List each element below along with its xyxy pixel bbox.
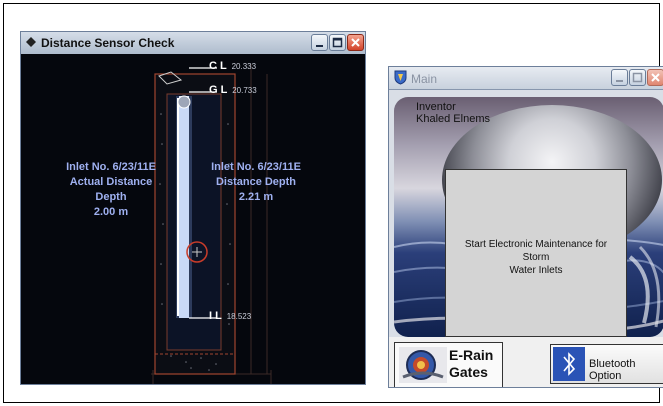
shield-app-icon [394,70,407,85]
e-rain-gates-button[interactable]: E-Rain Gates [394,342,503,387]
minimize-icon [316,45,323,47]
maximize-button[interactable] [329,34,346,51]
close-icon [351,38,360,47]
title-bar[interactable]: Distance Sensor Check [21,32,365,55]
main-window: Main Inventor Khaled Elnems Start Electr… [388,66,663,388]
message-line: Start Electronic Maintenance for Storm [464,239,608,263]
title-bar[interactable]: Main [389,67,663,90]
close-button[interactable] [647,69,663,86]
minimize-button[interactable] [611,69,628,86]
distance-sensor-window: Distance Sensor Check C L 20.333 G L 20.… [20,31,366,385]
inventor-credit: Inventor Khaled Elnems [416,101,490,125]
depth-value: 2.21 m [238,191,274,203]
bluetooth-icon [553,347,585,381]
close-icon [651,73,660,82]
level-label-il: I L 18.523 [209,310,251,322]
background-scene: Inventor Khaled Elnems Start Electronic … [394,97,663,337]
level-value: 20.333 [231,62,257,71]
diamond-app-icon [26,37,36,47]
maximize-icon [332,37,343,48]
sensor-drawing: C L 20.333 G L 20.733 I L 18.523 Inlet N… [21,54,365,384]
bluetooth-label: Bluetooth Option [589,358,636,382]
sensor-depth-label: Inlet No. 6/23/11E Distance Depth 2.21 m [201,160,311,205]
level-code: I L [209,310,222,322]
logo-line: Gates [449,364,488,380]
message-line: Water Inlets [509,265,563,276]
level-value: 18.523 [226,312,252,321]
window-title: Distance Sensor Check [41,36,175,50]
credit-line: Khaled Elnems [416,113,490,125]
close-button[interactable] [347,34,364,51]
inlet-number: Inlet No. 6/23/11E [211,161,301,173]
depth-value: 2.00 m [93,206,129,218]
level-label-cl: C L 20.333 [209,60,256,72]
document-frame: Distance Sensor Check C L 20.333 G L 20.… [3,3,663,403]
depth-caption: Distance Depth [215,176,297,188]
inlet-number: Inlet No. 6/23/11E [66,161,156,173]
level-label-gl: G L 20.733 [209,84,257,96]
start-maintenance-message: Start Electronic Maintenance for Storm W… [452,238,620,277]
bottom-toolbar: E-Rain Gates Bluetooth Option [389,337,663,387]
actual-depth-label: Inlet No. 6/23/11E Actual Distance Depth… [55,160,167,220]
maximize-icon [632,72,643,83]
credit-line: Inventor [416,101,456,113]
minimize-icon [616,80,623,82]
bluetooth-glyph [563,352,576,376]
bluetooth-option-button[interactable]: Bluetooth Option [550,344,663,384]
start-maintenance-panel[interactable]: Start Electronic Maintenance for Storm W… [445,169,627,337]
level-value: 20.733 [232,86,257,95]
minimize-button[interactable] [311,34,328,51]
level-code: G L [209,84,228,96]
logo-line: E-Rain [449,347,494,363]
drain-grate-icon [399,347,447,383]
logo-text: E-Rain Gates [449,347,493,381]
window-title: Main [411,72,438,86]
maximize-button[interactable] [629,69,646,86]
depth-caption: Actual Distance Depth [69,176,153,203]
level-code: C L [209,60,227,72]
